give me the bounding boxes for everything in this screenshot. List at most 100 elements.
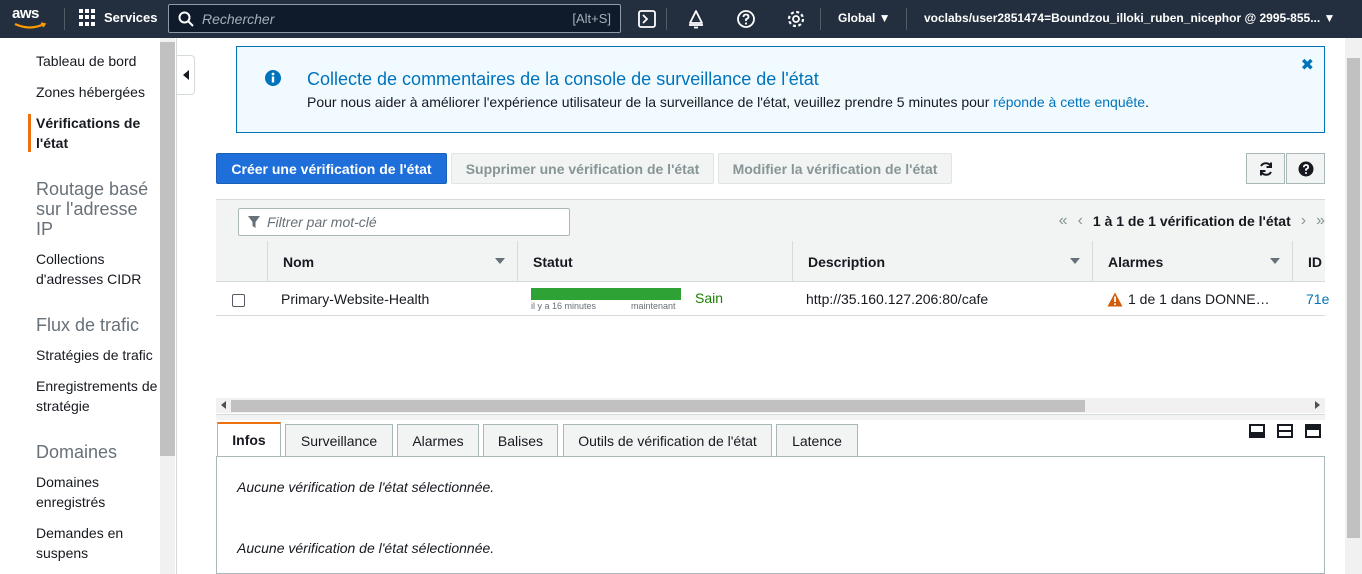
layout-toggle-group <box>1249 424 1321 438</box>
create-health-check-button[interactable]: Créer une vérification de l'état <box>216 153 447 184</box>
table-help-button[interactable] <box>1286 153 1325 184</box>
services-grid-icon <box>79 9 96 26</box>
sidebar-item-policy-records[interactable]: Enregistrements de stratégie <box>36 376 158 416</box>
warning-icon <box>1107 292 1123 307</box>
sidebar-item-hosted-zones[interactable]: Zones hébergées <box>36 82 158 102</box>
sidebar-section-ip-routing: Routage basé sur l'adresse IP <box>36 179 149 239</box>
top-navigation-bar: aws Services [Alt+S] <box>0 0 1362 38</box>
help-icon <box>737 10 755 28</box>
row-name: Primary-Website-Health <box>281 291 430 307</box>
tab-latency[interactable]: Latence <box>776 424 858 456</box>
sidebar-item-registered-domains[interactable]: Domaines enregistrés <box>36 472 158 512</box>
column-status-label: Statut <box>533 253 573 270</box>
details-panel: Aucune vérification de l'état sélectionn… <box>216 456 1325 574</box>
sidebar-item-health-checks[interactable]: Vérifications de l'état <box>36 113 158 153</box>
status-time-end: maintenant <box>631 301 676 311</box>
sidebar-divider <box>176 38 177 574</box>
page-scrollbar-thumb[interactable] <box>1347 58 1360 538</box>
sort-icon <box>1270 258 1280 264</box>
tab-monitoring[interactable]: Surveillance <box>285 424 393 456</box>
services-menu-button[interactable]: Services <box>79 9 158 26</box>
sidebar-item-traffic-policies[interactable]: Stratégies de trafic <box>36 345 158 365</box>
settings-button[interactable] <box>785 8 807 30</box>
notifications-button[interactable] <box>685 8 707 30</box>
table-row[interactable]: Primary-Website-Health il y a 16 minutes… <box>216 282 1329 316</box>
banner-text-end: . <box>1145 94 1149 110</box>
search-shortcut-hint: [Alt+S] <box>572 11 611 26</box>
sidebar-section-domains: Domaines <box>36 442 118 462</box>
tab-info[interactable]: Infos <box>217 422 281 456</box>
column-header-name[interactable]: Nom <box>267 241 517 282</box>
sidebar-section-traffic-flow: Flux de trafic <box>36 315 140 335</box>
layout-split-icon[interactable] <box>1277 424 1293 438</box>
next-page-icon[interactable]: › <box>1301 212 1306 230</box>
account-menu[interactable]: voclabs/user2851474=Boundzou_illoki_rube… <box>924 11 1335 25</box>
sidebar-scrollbar-thumb[interactable] <box>160 42 175 456</box>
region-selector[interactable]: Global ▼ <box>838 11 891 25</box>
table-header: Nom Statut Description Alarmes ID <box>216 241 1325 282</box>
layout-top-large-icon[interactable] <box>1305 424 1321 438</box>
column-header-status[interactable]: Statut <box>517 241 792 282</box>
row-alarms: 1 de 1 dans DONNE… <box>1128 291 1270 307</box>
sidebar-item-pending-requests[interactable]: Demandes en suspens <box>36 523 158 563</box>
nav-separator <box>820 8 821 30</box>
row-id-link[interactable]: 71e <box>1306 282 1329 316</box>
row-description: http://35.160.127.206:80/cafe <box>806 291 989 307</box>
scrollbar-thumb[interactable] <box>231 400 1085 412</box>
feedback-banner: Collecte de commentaires de la console d… <box>236 46 1325 133</box>
search-icon <box>178 11 194 27</box>
row-checkbox[interactable] <box>232 294 245 307</box>
refresh-icon <box>1259 161 1272 176</box>
column-header-alarms[interactable]: Alarmes <box>1092 241 1292 282</box>
aws-logo-text: aws <box>12 5 39 22</box>
tab-alarms[interactable]: Alarmes <box>397 424 479 456</box>
status-time-start: il y a 16 minutes <box>531 301 597 311</box>
tab-health-check-tools[interactable]: Outils de vérification de l'état <box>563 424 772 456</box>
scroll-right-icon[interactable] <box>1315 401 1320 409</box>
nav-separator <box>906 8 907 30</box>
column-header-description[interactable]: Description <box>792 241 1092 282</box>
scroll-left-icon[interactable] <box>221 401 226 409</box>
sort-icon <box>495 258 505 264</box>
info-icon <box>265 70 281 86</box>
survey-link[interactable]: réponde à cette enquête <box>993 94 1145 110</box>
search-bar[interactable]: [Alt+S] <box>168 4 621 33</box>
no-selection-message: Aucune vérification de l'état sélectionn… <box>237 540 495 556</box>
filter-box[interactable] <box>238 208 570 236</box>
pagination-text: 1 à 1 de 1 vérification de l'état <box>1092 213 1291 229</box>
column-header-id[interactable]: ID <box>1292 241 1325 282</box>
sidebar-item-cidr-collections[interactable]: Collections d'adresses CIDR <box>36 249 158 289</box>
banner-body: Pour nous aider à améliorer l'expérience… <box>307 94 1149 110</box>
services-label: Services <box>104 10 158 25</box>
filter-input[interactable] <box>267 214 557 230</box>
collapse-sidebar-button[interactable] <box>177 55 195 95</box>
table-toolbar: « ‹ 1 à 1 de 1 vérification de l'état › … <box>216 199 1325 241</box>
nav-separator <box>64 8 65 30</box>
layout-bottom-large-icon[interactable] <box>1249 424 1265 438</box>
column-description-label: Description <box>808 253 886 270</box>
delete-health-check-button[interactable]: Supprimer une vérification de l'état <box>451 153 714 184</box>
help-icon <box>1298 161 1313 176</box>
edit-health-check-button[interactable]: Modifier la vérification de l'état <box>718 153 952 184</box>
no-selection-message: Aucune vérification de l'état sélectionn… <box>237 479 495 495</box>
column-name-label: Nom <box>283 253 315 270</box>
banner-title: Collecte de commentaires de la console d… <box>307 69 819 89</box>
last-page-icon[interactable]: » <box>1316 212 1325 230</box>
close-banner-button[interactable]: ✖ <box>1301 55 1314 75</box>
sidebar-active-indicator <box>28 114 31 152</box>
health-status-bar <box>531 288 681 300</box>
table-horizontal-scrollbar[interactable] <box>216 398 1325 413</box>
column-id-label: ID <box>1308 253 1322 270</box>
aws-logo[interactable]: aws <box>12 5 52 33</box>
previous-page-icon[interactable]: ‹ <box>1078 212 1083 230</box>
sidebar-item-dashboard[interactable]: Tableau de bord <box>36 51 158 71</box>
tab-tags[interactable]: Balises <box>483 424 558 456</box>
status-badge: Sain <box>695 290 724 306</box>
cloudshell-button[interactable] <box>636 8 658 30</box>
first-page-icon[interactable]: « <box>1059 212 1068 230</box>
help-button[interactable] <box>735 8 757 30</box>
bell-icon <box>689 10 703 29</box>
page-vertical-scrollbar[interactable] <box>1345 38 1362 574</box>
refresh-button[interactable] <box>1246 153 1285 184</box>
search-input[interactable] <box>202 10 562 27</box>
